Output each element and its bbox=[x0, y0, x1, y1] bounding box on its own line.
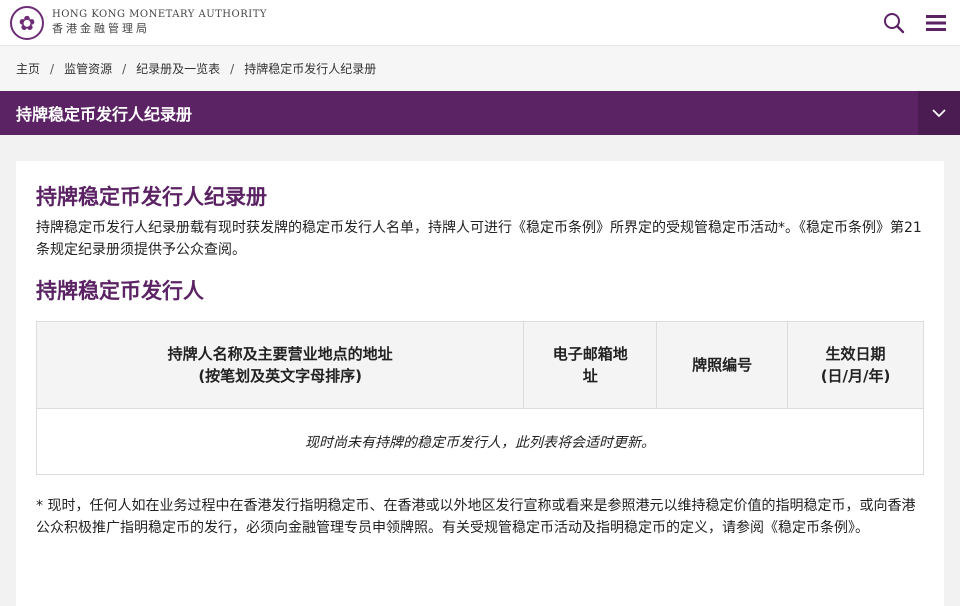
col-name-address-line1: 持牌人名称及主要营业地点的地址 bbox=[167, 345, 393, 363]
breadcrumb: 主页 / 监管资源 / 纪录册及一览表 / 持牌稳定币发行人纪录册 bbox=[0, 46, 960, 91]
brand-link[interactable]: ✿ HONG KONG MONETARY AUTHORITY 香港金融管理局 bbox=[10, 5, 267, 40]
col-email-line1: 电子邮箱地 bbox=[552, 345, 628, 363]
footnote-text: * 现时，任何人如在业务过程中在香港发行指明稳定币、在香港或以外地区发行宣称或看… bbox=[36, 498, 916, 536]
section-bar-title: 持牌稳定币发行人纪录册 bbox=[16, 105, 193, 124]
chevron-down-icon bbox=[932, 108, 946, 117]
breadcrumb-supervisory-resources[interactable]: 监管资源 bbox=[64, 60, 112, 77]
col-licence-no-line1: 牌照编号 bbox=[692, 356, 753, 374]
brand-text: HONG KONG MONETARY AUTHORITY 香港金融管理局 bbox=[52, 9, 267, 35]
col-effective-date: 生效日期 (日/月/年) bbox=[787, 321, 924, 409]
org-name-en: HONG KONG MONETARY AUTHORITY bbox=[52, 9, 267, 21]
col-name-address: 持牌人名称及主要营业地点的地址 (按笔划及英文字母排序) bbox=[35, 321, 525, 409]
hkma-logo-icon: ✿ bbox=[10, 5, 44, 40]
menu-icon[interactable] bbox=[924, 11, 948, 35]
col-email-line2: 址 bbox=[582, 367, 598, 385]
page-title: 持牌稳定币发行人纪录册 bbox=[36, 185, 267, 209]
col-licence-no: 牌照编号 bbox=[656, 321, 789, 409]
table-row: 现时尚未有持牌的稳定币发行人，此列表将会适时更新。 bbox=[36, 408, 924, 475]
top-header: ✿ HONG KONG MONETARY AUTHORITY 香港金融管理局 bbox=[0, 0, 960, 46]
logo-glyph: ✿ bbox=[18, 10, 36, 35]
col-email: 电子邮箱地 址 bbox=[523, 321, 658, 409]
col-name-address-line2: (按笔划及英文字母排序) bbox=[198, 367, 363, 385]
breadcrumb-separator: / bbox=[50, 61, 55, 76]
intro-text: 持牌稳定币发行人纪录册载有现时获发牌的稳定币发行人名单，持牌人可进行《稳定币条例… bbox=[36, 220, 922, 258]
header-actions bbox=[882, 11, 950, 35]
breadcrumb-current: 持牌稳定币发行人纪录册 bbox=[244, 62, 377, 76]
empty-table-message: 现时尚未有持牌的稳定币发行人，此列表将会适时更新。 bbox=[36, 408, 924, 475]
table-header-row: 持牌人名称及主要营业地点的地址 (按笔划及英文字母排序) 电子邮箱地 址 牌照编… bbox=[35, 321, 924, 409]
breadcrumb-separator: / bbox=[230, 61, 235, 76]
org-name-zh: 香港金融管理局 bbox=[52, 21, 150, 35]
col-effective-date-line2: (日/月/年) bbox=[820, 367, 891, 385]
breadcrumb-registers[interactable]: 纪录册及一览表 bbox=[136, 60, 220, 77]
section-subtitle: 持牌稳定币发行人 bbox=[36, 279, 204, 303]
search-icon[interactable] bbox=[882, 11, 906, 35]
section-toggle-button[interactable] bbox=[918, 91, 960, 135]
issuer-table: 持牌人名称及主要营业地点的地址 (按笔划及英文字母排序) 电子邮箱地 址 牌照编… bbox=[35, 321, 924, 475]
content-card: 持牌稳定币发行人纪录册 持牌稳定币发行人纪录册载有现时获发牌的稳定币发行人名单，… bbox=[16, 161, 944, 606]
section-bar: 持牌稳定币发行人纪录册 bbox=[0, 91, 960, 135]
breadcrumb-home[interactable]: 主页 bbox=[16, 60, 40, 77]
col-effective-date-line1: 生效日期 bbox=[825, 345, 886, 363]
breadcrumb-separator: / bbox=[122, 61, 127, 76]
